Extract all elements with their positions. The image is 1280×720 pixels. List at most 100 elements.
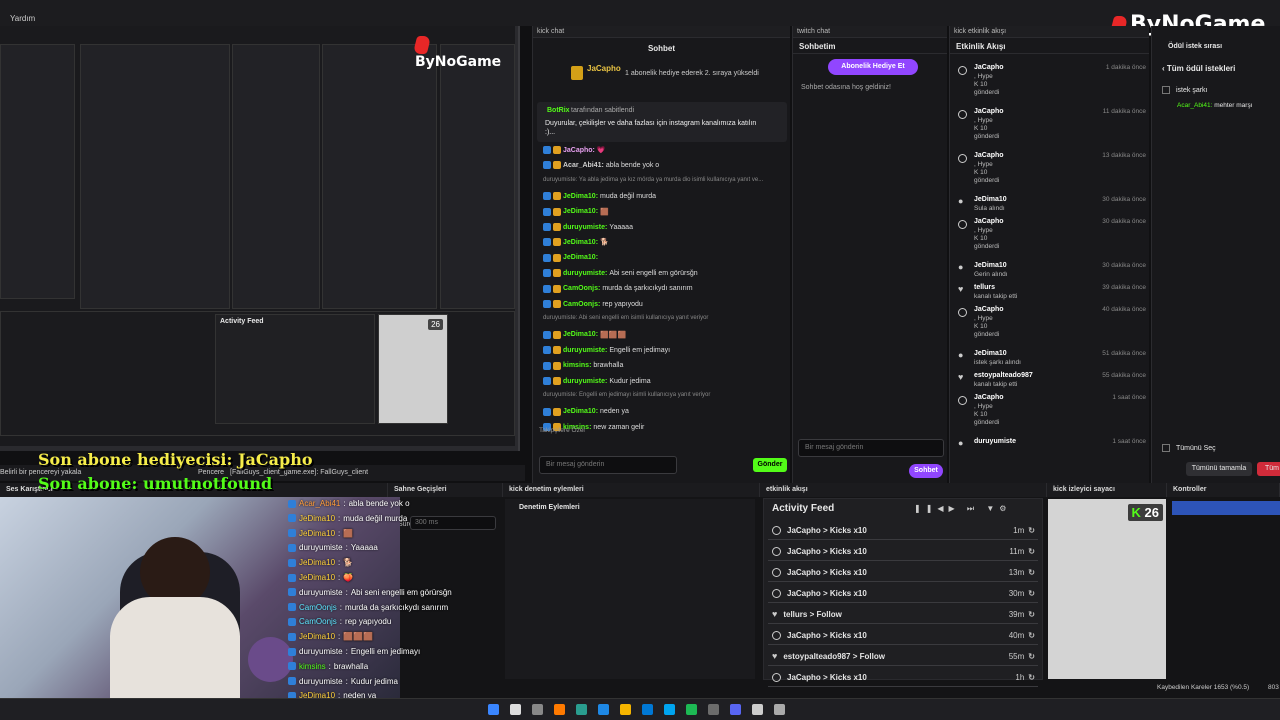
replay-icon[interactable]: ↻ <box>1028 526 1035 535</box>
kick-send-button[interactable]: Gönder <box>753 458 787 472</box>
badge-icon <box>288 529 296 538</box>
taskbar-app-icon[interactable] <box>576 704 587 715</box>
preview-viewers: 26 <box>378 314 448 424</box>
panel-header: kick etkinlik akışı <box>950 26 1149 38</box>
twitch-chat-button[interactable]: Sohbet <box>909 464 943 478</box>
preview-requests <box>440 44 515 309</box>
chat-message: CamOonjs: rep yapıyodu <box>543 300 643 308</box>
request-item[interactable]: istek şarkı <box>1162 86 1208 94</box>
replay-icon[interactable]: ↻ <box>1028 673 1035 682</box>
badge-icon <box>553 346 561 355</box>
activity-row: JaCapho > Kicks x10 13m ↻ <box>768 563 1038 582</box>
last-gifter-text: Son abone hediyecisi: JaCapho <box>38 450 313 469</box>
user-icon: ● <box>958 350 964 360</box>
badge-icon <box>553 269 561 278</box>
kick-icon <box>958 220 967 229</box>
preview-twitch <box>232 44 320 309</box>
replay-icon[interactable]: ↻ <box>1028 631 1035 640</box>
badge-icon <box>543 146 551 154</box>
gift-sub-button[interactable]: Abonelik Hediye Et <box>828 59 918 75</box>
complete-all-button[interactable]: Tümünü tamamla <box>1186 462 1252 476</box>
taskbar-app-icon[interactable] <box>730 704 741 715</box>
reply-text: duruyumiste: Engelli em jedimayı isimli … <box>543 392 711 399</box>
last-sub-text: Son abone: umutnotfound <box>38 474 273 493</box>
badge-icon <box>543 253 551 262</box>
chat-message: duruyumiste: Kudur jedima <box>543 377 651 385</box>
dropped-frames-status: Kaybedilen Kareler 1653 (%0.5) <box>1157 684 1250 691</box>
kick-icon <box>772 672 781 682</box>
kick-icon <box>772 525 781 535</box>
taskbar-app-icon[interactable] <box>708 704 719 715</box>
overlay-chat-line: duruyumiste: Abi seni engelli em görürsğn <box>288 588 452 597</box>
taskbar-app-icon[interactable] <box>488 704 499 715</box>
select-all[interactable]: Tümünü Seç <box>1162 444 1216 452</box>
activity-row: JaCapho > Kicks x10 30m ↻ <box>768 584 1038 603</box>
feed-controls[interactable]: ❚❚◀▶ ⏭ ▼⚙ <box>914 504 1011 514</box>
taskbar <box>0 698 1280 720</box>
overlay-chat-line: JeDima10: 🟫 <box>288 529 353 538</box>
badge-icon <box>288 617 296 626</box>
kick-icon <box>772 567 781 577</box>
preview-sidebar <box>0 44 75 299</box>
pinned-message[interactable]: BotRix tarafından sabitlendi Duyurular, … <box>537 102 787 142</box>
badge-icon <box>288 514 296 523</box>
taskbar-app-icon[interactable] <box>554 704 565 715</box>
overlay-chat-line: JeDima10: muda değil murda <box>288 514 407 523</box>
taskbar-app-icon[interactable] <box>774 704 785 715</box>
duration-input[interactable]: 300 ms <box>410 516 496 530</box>
requests-title: Ödül istek sırası <box>1168 43 1223 50</box>
taskbar-app-icon[interactable] <box>620 704 631 715</box>
start-streaming-button[interactable] <box>1172 501 1280 515</box>
taskbar-app-icon[interactable] <box>752 704 763 715</box>
chat-message: Acar_Abi41: abla bende yok o <box>543 161 659 170</box>
taskbar-app-icon[interactable] <box>532 704 543 715</box>
replay-icon[interactable]: ↻ <box>1028 568 1035 577</box>
menu-help[interactable]: Yardım <box>10 14 35 23</box>
heart-icon: ♥ <box>958 372 964 382</box>
reply-preview: duruyumiste: Abi seni engelli em isimli … <box>543 315 708 321</box>
viewer-counter: K 26 <box>1048 499 1166 679</box>
chat-message: kimsins: brawhalla <box>543 361 623 370</box>
reply-preview: duruyumiste: Engelli em jedimayı isimli … <box>543 392 710 398</box>
replay-icon[interactable]: ↻ <box>1028 652 1035 661</box>
overlay-chat-line: CamOonjs: rep yapıyodu <box>288 617 391 626</box>
taskbar-app-icon[interactable] <box>510 704 521 715</box>
chat-message: JeDima10: <box>543 253 600 262</box>
chat-message: duruyumiste: Engelli em jedimayı <box>543 346 670 355</box>
taskbar-app-icon[interactable] <box>664 704 675 715</box>
taskbar-app-icon[interactable] <box>686 704 697 715</box>
badge-icon <box>553 238 561 247</box>
twitch-chat-input[interactable]: Bir mesaj gönderin <box>798 439 944 457</box>
kick-chat-input[interactable]: Bir mesaj gönderin <box>539 456 677 474</box>
taskbar-app-icon[interactable] <box>642 704 653 715</box>
badge-icon <box>543 284 551 293</box>
overlay-chat-line: duruyumiste: Kudur jedima <box>288 677 398 686</box>
preview-activity: Activity Feed <box>215 314 375 424</box>
badge-icon <box>553 223 561 231</box>
supporters-label: Takipçilere Özel <box>539 427 585 434</box>
song-requests-panel: Ödül istek sırası ‹ Tüm ödül istekleri i… <box>1151 26 1280 483</box>
badge-icon <box>553 253 561 262</box>
replay-icon[interactable]: ↻ <box>1028 589 1035 598</box>
chat-message: CamOonjs: murda da şarkıcıkydı sanırım <box>543 284 693 293</box>
badge-icon <box>543 223 551 231</box>
back-to-all-requests[interactable]: ‹ Tüm ödül istekleri <box>1162 64 1235 73</box>
badge-icon <box>288 499 296 508</box>
delete-all-button[interactable]: Tüm <box>1257 462 1280 476</box>
replay-icon[interactable]: ↻ <box>1028 610 1035 619</box>
badge-icon <box>553 192 561 201</box>
kick-icon <box>772 546 781 556</box>
badge-icon <box>543 300 551 308</box>
activity-row: JaCapho > Kicks x10 11m ↻ <box>768 542 1038 561</box>
badge-icon <box>288 588 296 597</box>
badge-icon <box>553 284 561 293</box>
chat-title: Sohbet <box>647 44 676 53</box>
kick-icon <box>958 308 967 317</box>
badge-icon <box>553 300 561 308</box>
taskbar-app-icon[interactable] <box>598 704 609 715</box>
panel-header: kick chat <box>533 26 790 38</box>
badge-icon <box>543 269 551 278</box>
heart-icon: ♥ <box>958 284 964 294</box>
replay-icon[interactable]: ↻ <box>1028 547 1035 556</box>
badge-icon <box>543 238 551 247</box>
